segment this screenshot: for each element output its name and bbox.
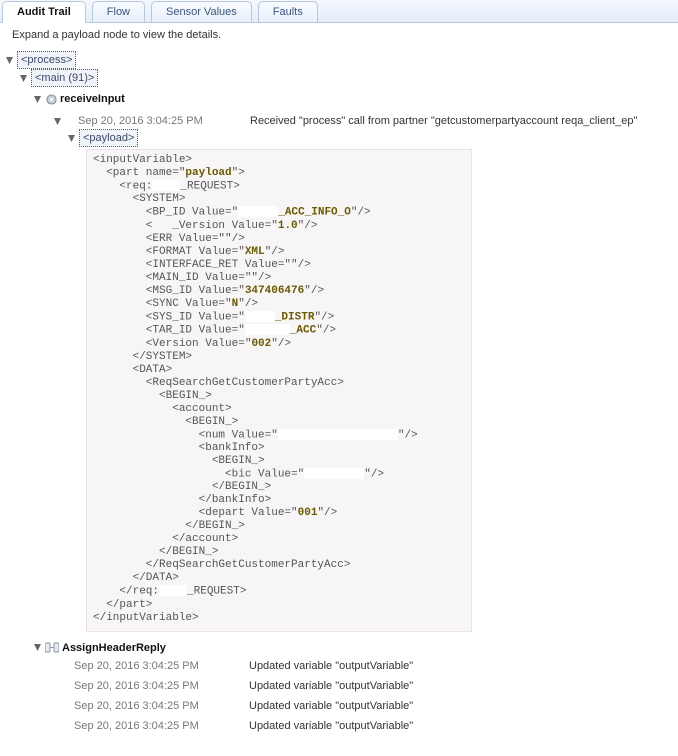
update-timestamp: Sep 20, 2016 3:04:25 PM xyxy=(74,680,249,692)
hint-text: Expand a payload node to view the detail… xyxy=(0,23,678,51)
update-message: Updated variable "outputVariable" xyxy=(249,700,413,712)
tab-audit-trail[interactable]: Audit Trail xyxy=(2,1,86,23)
tab-flow[interactable]: Flow xyxy=(92,1,145,22)
update-row: Sep 20, 2016 3:04:25 PM Updated variable… xyxy=(74,676,678,696)
received-timestamp: Sep 20, 2016 3:04:25 PM xyxy=(78,113,250,129)
update-message: Updated variable "outputVariable" xyxy=(249,680,413,692)
tab-faults[interactable]: Faults xyxy=(258,1,318,22)
twisty-icon[interactable] xyxy=(32,643,42,653)
twisty-icon[interactable] xyxy=(66,133,76,143)
twisty-icon[interactable] xyxy=(4,55,14,65)
update-timestamp: Sep 20, 2016 3:04:25 PM xyxy=(74,700,249,712)
update-message: Updated variable "outputVariable" xyxy=(249,720,413,732)
update-timestamp: Sep 20, 2016 3:04:25 PM xyxy=(74,660,249,672)
update-row: Sep 20, 2016 3:04:25 PM Updated variable… xyxy=(74,696,678,716)
update-timestamp: Sep 20, 2016 3:04:25 PM xyxy=(74,720,249,732)
update-rows: Sep 20, 2016 3:04:25 PM Updated variable… xyxy=(74,656,678,736)
assign-icon xyxy=(45,642,59,654)
node-main[interactable]: <main (91)> xyxy=(31,69,98,87)
node-receive-input[interactable]: receiveInput xyxy=(60,91,125,107)
audit-tree: <process> <main (91)> receiveInput Sep 2… xyxy=(0,51,678,756)
payload-xml: <inputVariable> <part name="payload"> <r… xyxy=(86,149,472,632)
update-message: Updated variable "outputVariable" xyxy=(249,660,413,672)
tab-sensor-values[interactable]: Sensor Values xyxy=(151,1,252,22)
node-assign-header-reply[interactable]: AssignHeaderReply xyxy=(62,640,166,656)
twisty-icon[interactable] xyxy=(52,116,62,126)
gear-icon xyxy=(45,93,57,105)
twisty-icon[interactable] xyxy=(18,73,28,83)
tab-bar: Audit Trail Flow Sensor Values Faults xyxy=(0,0,678,23)
node-payload[interactable]: <payload> xyxy=(79,129,138,147)
update-row: Sep 20, 2016 3:04:25 PM Updated variable… xyxy=(74,656,678,676)
twisty-icon[interactable] xyxy=(32,94,42,104)
node-process[interactable]: <process> xyxy=(17,51,76,69)
received-message: Received "process" call from partner "ge… xyxy=(250,113,637,129)
